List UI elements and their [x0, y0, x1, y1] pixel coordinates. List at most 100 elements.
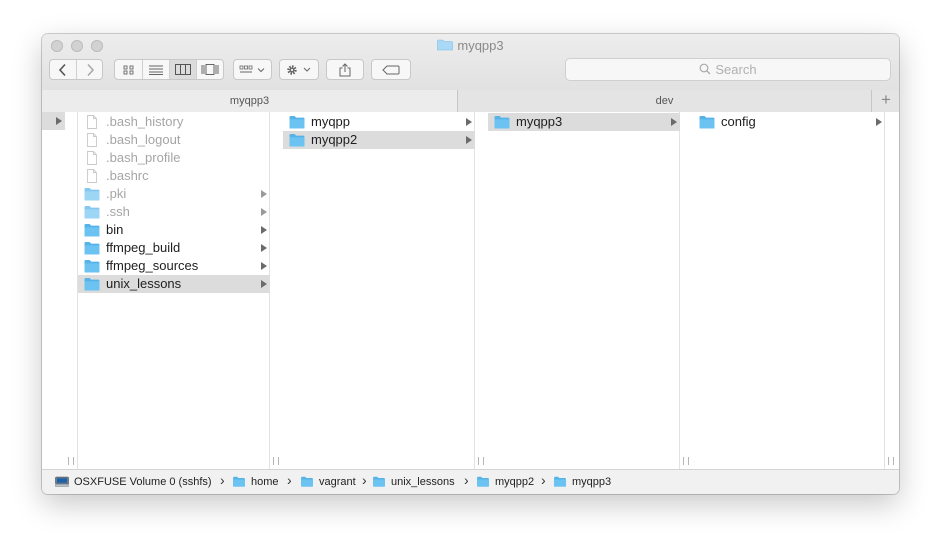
breadcrumb-item[interactable]: unix_lessons — [372, 470, 455, 494]
list-item-label: ffmpeg_build — [106, 240, 181, 255]
breadcrumb-label: home — [251, 476, 279, 488]
column-gap — [65, 112, 78, 469]
folder-icon — [477, 476, 489, 487]
document-icon — [87, 115, 97, 129]
column-3[interactable]: myqpp3 — [488, 112, 680, 469]
list-item[interactable]: .pki — [78, 185, 270, 203]
folder-icon — [494, 116, 510, 129]
drive-icon — [55, 476, 69, 487]
breadcrumb-item[interactable]: vagrant — [300, 470, 356, 494]
column-resize-handle[interactable] — [273, 457, 279, 465]
finder-window: myqpp3 Search myqpp3 dev + .bash_history… — [42, 34, 899, 494]
list-item[interactable]: myqpp2 — [283, 131, 475, 149]
column-resize-handle[interactable] — [68, 457, 74, 465]
column-resize-handle[interactable] — [888, 457, 894, 465]
chevron-right-icon — [261, 226, 267, 234]
column-1[interactable]: .bash_history .bash_logout .bash_profile .b… — [78, 112, 270, 469]
folder-icon — [84, 206, 100, 219]
nav-buttons — [49, 59, 103, 80]
list-item-label: .bash_profile — [106, 150, 181, 165]
chevron-right-icon — [261, 208, 267, 216]
list-item-label: .bash_logout — [106, 132, 181, 147]
back-button[interactable] — [50, 60, 76, 79]
folder-icon — [699, 116, 715, 129]
folder-icon — [289, 116, 305, 129]
tag-icon — [382, 65, 400, 74]
column-resize-handle[interactable] — [683, 457, 689, 465]
tab-label: myqpp3 — [229, 95, 270, 107]
list-item[interactable]: myqpp — [283, 113, 475, 131]
folder-icon — [301, 476, 313, 487]
list-item-label: ffmpeg_sources — [106, 258, 199, 273]
list-item[interactable]: config — [693, 113, 885, 131]
chevron-right-icon — [261, 262, 267, 270]
list-item-label: unix_lessons — [106, 276, 182, 291]
column-resize-handle[interactable] — [478, 457, 484, 465]
chevron-right-icon — [86, 63, 94, 76]
list-item-label: config — [721, 114, 756, 129]
chevron-right-icon — [876, 118, 882, 126]
path-bar: OSXFUSE Volume 0 (sshfs) › home › vagrant › un… — [42, 469, 899, 494]
column-view-button[interactable] — [169, 60, 196, 79]
list-item[interactable]: myqpp3 — [488, 113, 680, 131]
breadcrumb-item[interactable]: myqpp2 — [476, 470, 534, 494]
group-by-button[interactable] — [233, 59, 272, 80]
column-view-icon — [175, 64, 191, 75]
column-2[interactable]: myqpp myqpp2 — [283, 112, 475, 469]
folder-icon — [233, 476, 245, 487]
gallery-view-button[interactable] — [196, 60, 223, 79]
gear-icon — [287, 64, 311, 75]
breadcrumb-item[interactable]: home — [232, 470, 279, 494]
list-item[interactable]: .bashrc — [78, 167, 270, 185]
breadcrumb-label: myqpp3 — [572, 476, 612, 488]
chevron-right-icon — [261, 244, 267, 252]
icon-view-icon — [123, 65, 133, 74]
column-4[interactable]: config — [693, 112, 885, 469]
icon-view-button[interactable] — [115, 60, 142, 79]
action-inner — [280, 60, 318, 79]
list-item-label: .ssh — [106, 204, 130, 219]
list-item[interactable]: .bash_profile — [78, 149, 270, 167]
folder-icon — [437, 39, 454, 51]
view-mode-control — [114, 59, 224, 80]
search-field[interactable]: Search — [565, 58, 891, 81]
tab-myqpp3[interactable]: myqpp3 — [42, 90, 457, 112]
document-icon — [87, 169, 97, 183]
folder-icon — [554, 476, 566, 487]
search-placeholder: Search — [715, 62, 757, 77]
tags-button[interactable] — [371, 59, 411, 80]
tags-inner — [372, 60, 410, 79]
list-item[interactable]: .ssh — [78, 203, 270, 221]
share-inner — [327, 60, 363, 79]
breadcrumb-separator-icon: › — [287, 472, 292, 488]
folder-icon — [84, 278, 100, 291]
breadcrumb-item[interactable]: myqpp3 — [553, 470, 611, 494]
folder-icon — [373, 476, 385, 487]
group-icon — [239, 65, 264, 72]
window-title: myqpp3 — [42, 38, 899, 54]
action-button[interactable] — [279, 59, 319, 80]
list-item-label: .bashrc — [106, 168, 149, 183]
list-item-label: myqpp — [311, 114, 351, 129]
breadcrumb-separator-icon: › — [362, 472, 367, 488]
tab-label: dev — [655, 95, 674, 107]
list-item-label: .bash_history — [106, 114, 184, 129]
forward-button[interactable] — [76, 60, 102, 79]
list-item[interactable]: .bash_history — [78, 113, 270, 131]
breadcrumb-item[interactable]: OSXFUSE Volume 0 (sshfs) — [55, 470, 212, 494]
list-item[interactable]: .bash_logout — [78, 131, 270, 149]
breadcrumb-label: myqpp2 — [495, 476, 535, 488]
chevron-right-icon — [56, 117, 62, 125]
share-button[interactable] — [326, 59, 364, 80]
list-item[interactable]: ffmpeg_sources — [78, 257, 270, 275]
list-item[interactable]: unix_lessons — [78, 275, 270, 293]
list-item[interactable]: ffmpeg_build — [78, 239, 270, 257]
new-tab-button[interactable]: + — [871, 90, 899, 112]
tab-dev[interactable]: dev — [458, 90, 871, 112]
chevron-right-icon — [261, 280, 267, 288]
list-view-button[interactable] — [142, 60, 169, 79]
column-0[interactable] — [42, 112, 65, 469]
list-item-label: myqpp2 — [311, 132, 358, 147]
list-item[interactable]: bin — [78, 221, 270, 239]
list-item[interactable] — [42, 112, 65, 130]
